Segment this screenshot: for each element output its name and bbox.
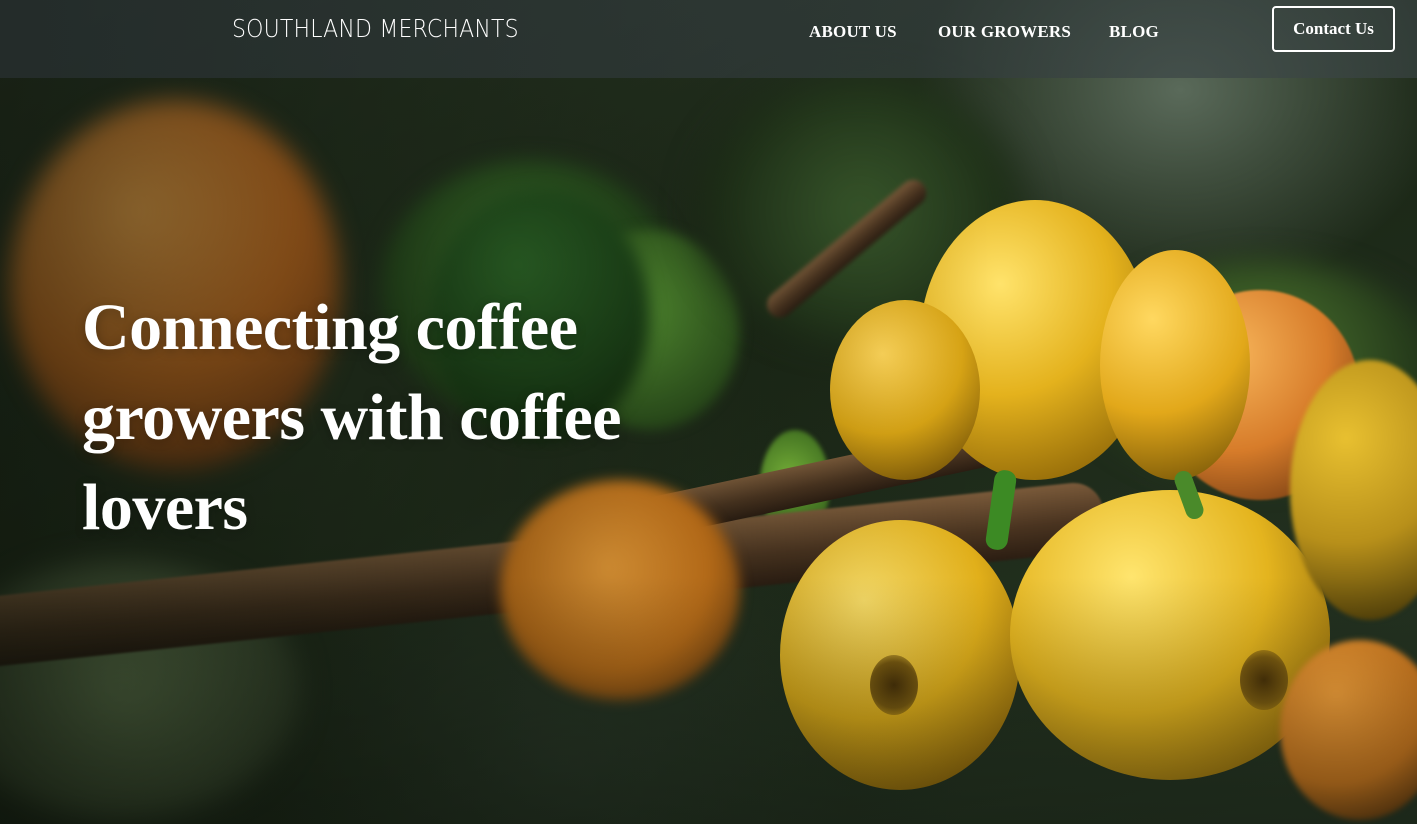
nav-link-blog[interactable]: BLOG bbox=[1109, 22, 1159, 42]
nav-link-our-growers[interactable]: OUR GROWERS bbox=[938, 22, 1071, 42]
contact-us-button[interactable]: Contact Us bbox=[1272, 6, 1395, 52]
brand-logo[interactable]: SOUTHLAND MERCHANTS bbox=[232, 14, 519, 43]
site-header: SOUTHLAND MERCHANTS ABOUT US OUR GROWERS… bbox=[0, 0, 1417, 78]
hero-headline: Connecting coffee growers with coffee lo… bbox=[82, 291, 622, 544]
nav-link-about-us[interactable]: ABOUT US bbox=[809, 22, 897, 42]
